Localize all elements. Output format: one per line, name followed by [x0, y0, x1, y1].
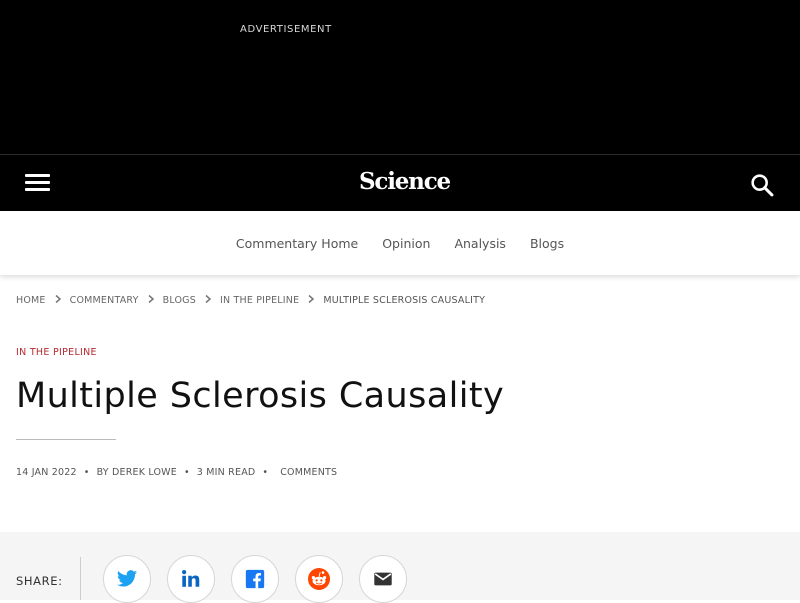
- share-twitter-button[interactable]: [103, 555, 151, 603]
- chevron-right-icon: [299, 294, 323, 307]
- facebook-icon: [245, 569, 265, 589]
- share-label: SHARE:: [16, 574, 63, 588]
- menu-icon-bar: [25, 174, 50, 177]
- article-kicker[interactable]: IN THE PIPELINE: [16, 347, 97, 358]
- advertisement-area: ADVERTISEMENT: [0, 0, 800, 154]
- meta-separator: •: [183, 467, 190, 478]
- twitter-icon: [116, 570, 138, 587]
- article-date: 14 JAN 2022: [16, 467, 77, 478]
- subnav-commentary-home[interactable]: Commentary Home: [236, 236, 358, 251]
- chevron-right-icon: [139, 294, 163, 307]
- menu-icon-bar: [25, 188, 50, 191]
- advertisement-label: ADVERTISEMENT: [240, 24, 332, 35]
- article-title: Multiple Sclerosis Causality: [16, 376, 505, 416]
- chevron-right-icon: [46, 294, 70, 307]
- linkedin-icon: [182, 570, 200, 587]
- share-reddit-button[interactable]: [295, 555, 343, 603]
- article-author[interactable]: BY DEREK LOWE: [97, 467, 177, 478]
- breadcrumb-commentary[interactable]: COMMENTARY: [70, 295, 139, 306]
- chevron-right-icon: [196, 294, 220, 307]
- breadcrumb-home[interactable]: HOME: [16, 295, 46, 306]
- meta-separator: •: [83, 467, 90, 478]
- share-divider: [80, 557, 81, 600]
- search-button[interactable]: [748, 171, 776, 199]
- menu-icon-bar: [25, 181, 50, 184]
- share-linkedin-button[interactable]: [167, 555, 215, 603]
- email-icon: [374, 572, 392, 586]
- reddit-icon: [308, 568, 330, 590]
- meta-separator: •: [262, 467, 269, 478]
- share-bar: SHARE:: [0, 532, 800, 603]
- share-facebook-button[interactable]: [231, 555, 279, 603]
- subnav-analysis[interactable]: Analysis: [454, 236, 506, 251]
- site-header: Science: [0, 154, 800, 211]
- share-email-button[interactable]: [359, 555, 407, 603]
- breadcrumb: HOME COMMENTARY BLOGS IN THE PIPELINE MU…: [16, 294, 485, 307]
- breadcrumb-in-the-pipeline[interactable]: IN THE PIPELINE: [220, 295, 299, 306]
- breadcrumb-blogs[interactable]: BLOGS: [163, 295, 196, 306]
- article-read-time: 3 MIN READ: [196, 467, 256, 478]
- commentary-subnav: Commentary Home Opinion Analysis Blogs: [0, 211, 800, 275]
- breadcrumb-current: MULTIPLE SCLEROSIS CAUSALITY: [323, 295, 486, 306]
- science-logo[interactable]: Science: [359, 168, 451, 195]
- menu-button[interactable]: [22, 170, 54, 196]
- article-meta: 14 JAN 2022 • BY DEREK LOWE • 3 MIN READ…: [16, 467, 337, 478]
- subnav-blogs[interactable]: Blogs: [530, 236, 564, 251]
- subnav-opinion[interactable]: Opinion: [382, 236, 430, 251]
- title-divider: [16, 439, 116, 440]
- comments-link[interactable]: COMMENTS: [280, 467, 337, 478]
- search-icon: [751, 174, 774, 197]
